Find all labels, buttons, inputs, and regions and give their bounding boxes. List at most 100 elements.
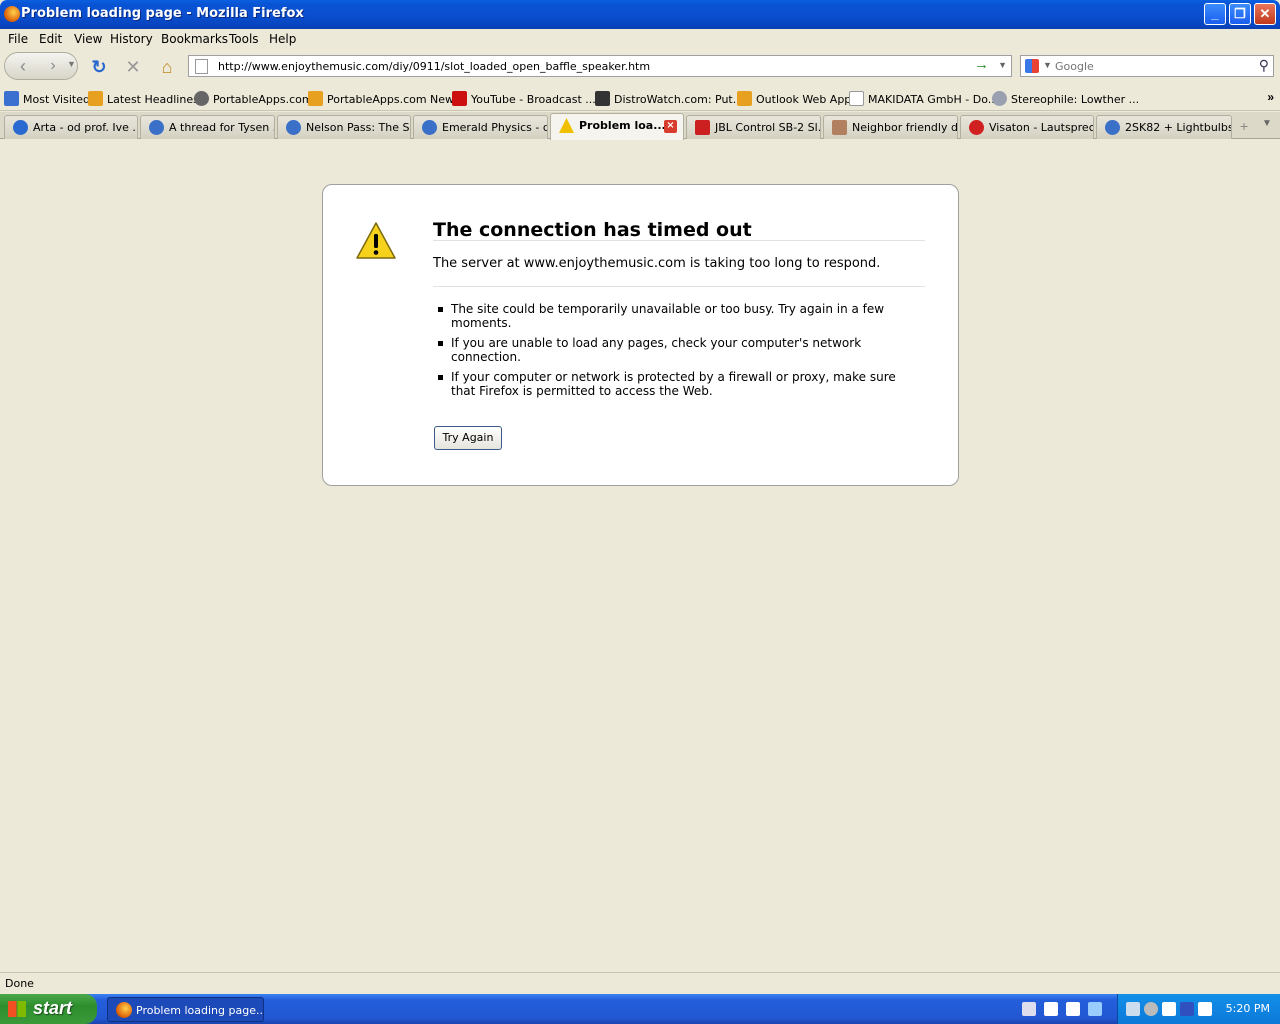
- bookmark-stereophile[interactable]: Stereophile: Lowther ...: [992, 91, 1139, 106]
- minimize-button[interactable]: _: [1204, 3, 1226, 25]
- tab-neighbor-friendly[interactable]: Neighbor friendly di...: [823, 115, 958, 139]
- bookmark-outlook[interactable]: Outlook Web App: [737, 91, 851, 106]
- close-button[interactable]: ✕: [1254, 3, 1276, 25]
- antivirus-icon[interactable]: [1162, 1002, 1176, 1016]
- close-tab-icon[interactable]: ×: [664, 120, 677, 133]
- menu-file[interactable]: File: [8, 32, 28, 46]
- restore-icon[interactable]: [1088, 1002, 1102, 1016]
- pen-icon[interactable]: [1022, 1002, 1036, 1016]
- help-icon[interactable]: [1066, 1002, 1080, 1016]
- bookmarks-overflow-icon[interactable]: »: [1267, 90, 1274, 104]
- status-bar: Done: [0, 972, 1280, 994]
- bookmark-most-visited[interactable]: Most Visited: [4, 91, 90, 106]
- taskbar-item-firefox[interactable]: Problem loading page...: [107, 997, 264, 1022]
- tab-2sk82[interactable]: 2SK82 + Lightbulbs ...: [1096, 115, 1232, 139]
- tab-label: JBL Control SB-2 Sl...: [715, 121, 821, 134]
- bookmark-distrowatch[interactable]: DistroWatch.com: Put...: [595, 91, 743, 106]
- google-icon[interactable]: [1025, 59, 1039, 73]
- list-item: The site could be temporarily unavailabl…: [433, 302, 903, 330]
- go-arrow-icon[interactable]: →: [974, 56, 989, 73]
- tab-visaton[interactable]: Visaton - Lautsprec...: [960, 115, 1094, 139]
- bookmark-makidata[interactable]: MAKIDATA GmbH - Do...: [849, 91, 998, 106]
- outlook-icon: [737, 91, 752, 106]
- clock: 5:20 PM: [1225, 1002, 1270, 1015]
- error-short-description: The server at www.enjoythemusic.com is t…: [433, 256, 881, 271]
- error-suggestions-list: The site could be temporarily unavailabl…: [433, 302, 903, 404]
- menu-bookmarks[interactable]: Bookmarks: [161, 32, 228, 46]
- rss-icon: [308, 91, 323, 106]
- back-button[interactable]: ‹: [7, 54, 39, 78]
- tab-thread-tysen[interactable]: A thread for Tysen ...: [140, 115, 275, 139]
- search-icon[interactable]: ⚲: [1259, 57, 1269, 74]
- media-player-icon[interactable]: [1198, 1002, 1212, 1016]
- menu-view[interactable]: View: [74, 32, 102, 46]
- search-input[interactable]: [1055, 58, 1251, 74]
- windows-flag-icon: [8, 1001, 26, 1017]
- stop-button[interactable]: ✕: [122, 56, 144, 78]
- portableapps-icon: [194, 91, 209, 106]
- bookmark-latest-headlines[interactable]: Latest Headlines: [88, 91, 199, 106]
- system-tray: 5:20 PM: [1117, 994, 1280, 1024]
- diyaudio-icon: [1105, 120, 1120, 135]
- url-bar[interactable]: http://www.enjoythemusic.com/diy/0911/sl…: [188, 55, 1012, 77]
- bookmark-youtube[interactable]: YouTube - Broadcast ...: [452, 91, 596, 106]
- start-button[interactable]: start: [0, 994, 97, 1024]
- title-divider: [433, 240, 925, 241]
- firefox-icon: [116, 1002, 132, 1018]
- try-again-button[interactable]: Try Again: [434, 426, 502, 450]
- diyaudio-icon: [149, 120, 164, 135]
- bookmark-portableapps-news[interactable]: PortableApps.com News: [308, 91, 460, 106]
- error-title: The connection has timed out: [433, 219, 752, 241]
- tab-label: 2SK82 + Lightbulbs ...: [1125, 121, 1232, 134]
- bookmark-label: MAKIDATA GmbH - Do...: [868, 93, 999, 106]
- tab-list-dropdown-icon[interactable]: ▼: [1262, 118, 1272, 129]
- network-icon[interactable]: [1126, 1002, 1140, 1016]
- new-tab-icon[interactable]: +: [1240, 118, 1248, 134]
- menu-edit[interactable]: Edit: [39, 32, 62, 46]
- most-visited-icon: [4, 91, 19, 106]
- distrowatch-icon: [595, 91, 610, 106]
- bookmark-label: PortableApps.com: [213, 93, 313, 106]
- tab-emerald-physics[interactable]: Emerald Physics - di...: [413, 115, 548, 139]
- tab-problem-loading[interactable]: Problem loa... ×: [550, 113, 684, 140]
- bookmark-label: DistroWatch.com: Put...: [614, 93, 744, 106]
- warning-icon: [356, 222, 396, 259]
- tab-label: Nelson Pass: The Sl...: [306, 121, 410, 134]
- status-text: Done: [5, 977, 34, 990]
- title-bar[interactable]: Problem loading page - Mozilla Firefox _…: [0, 0, 1280, 29]
- page-icon: [195, 59, 208, 74]
- volume-icon[interactable]: [1144, 1002, 1158, 1016]
- keyboard-icon[interactable]: [1044, 1002, 1058, 1016]
- navigation-toolbar: ‹ › ▼ ↻ ✕ ⌂ http://www.enjoythemusic.com…: [0, 48, 1280, 86]
- url-history-dropdown-icon[interactable]: ▼: [998, 60, 1007, 70]
- page-icon: [849, 91, 864, 106]
- tab-arta[interactable]: Arta - od prof. Ive ...: [4, 115, 138, 139]
- tab-nelson-pass[interactable]: Nelson Pass: The Sl...: [277, 115, 411, 139]
- forward-button[interactable]: ›: [41, 54, 65, 78]
- rss-icon: [88, 91, 103, 106]
- bookmark-portableapps[interactable]: PortableApps.com: [194, 91, 313, 106]
- tab-label: Problem loa...: [579, 119, 666, 132]
- restore-button[interactable]: ❐: [1229, 3, 1251, 25]
- engine-dropdown-icon[interactable]: ▼: [1043, 60, 1052, 70]
- warning-icon: [559, 118, 574, 133]
- url-text[interactable]: http://www.enjoythemusic.com/diy/0911/sl…: [218, 60, 650, 73]
- reload-button[interactable]: ↻: [88, 56, 110, 78]
- bookmarks-toolbar: Most Visited Latest Headlines PortableAp…: [0, 86, 1280, 111]
- taskbar: start Problem loading page... 5:20 PM: [0, 994, 1280, 1024]
- diyaudio-icon: [422, 120, 437, 135]
- error-page-container: The connection has timed out The server …: [322, 184, 959, 486]
- bookmark-label: Most Visited: [23, 93, 90, 106]
- search-bar[interactable]: ▼ ⚲: [1020, 55, 1274, 77]
- history-dropdown-icon[interactable]: ▼: [67, 59, 76, 69]
- diyaudio-icon: [286, 120, 301, 135]
- monitor-icon[interactable]: [1180, 1002, 1194, 1016]
- firefox-icon: [4, 6, 20, 22]
- tab-jbl-control[interactable]: JBL Control SB-2 Sl...: [686, 115, 821, 139]
- home-button[interactable]: ⌂: [156, 56, 178, 78]
- tab-strip: Arta - od prof. Ive ... A thread for Tys…: [0, 112, 1280, 140]
- menu-help[interactable]: Help: [269, 32, 296, 46]
- menu-tools[interactable]: Tools: [229, 32, 259, 46]
- menu-history[interactable]: History: [110, 32, 153, 46]
- taskbar-item-label: Problem loading page...: [136, 1004, 264, 1017]
